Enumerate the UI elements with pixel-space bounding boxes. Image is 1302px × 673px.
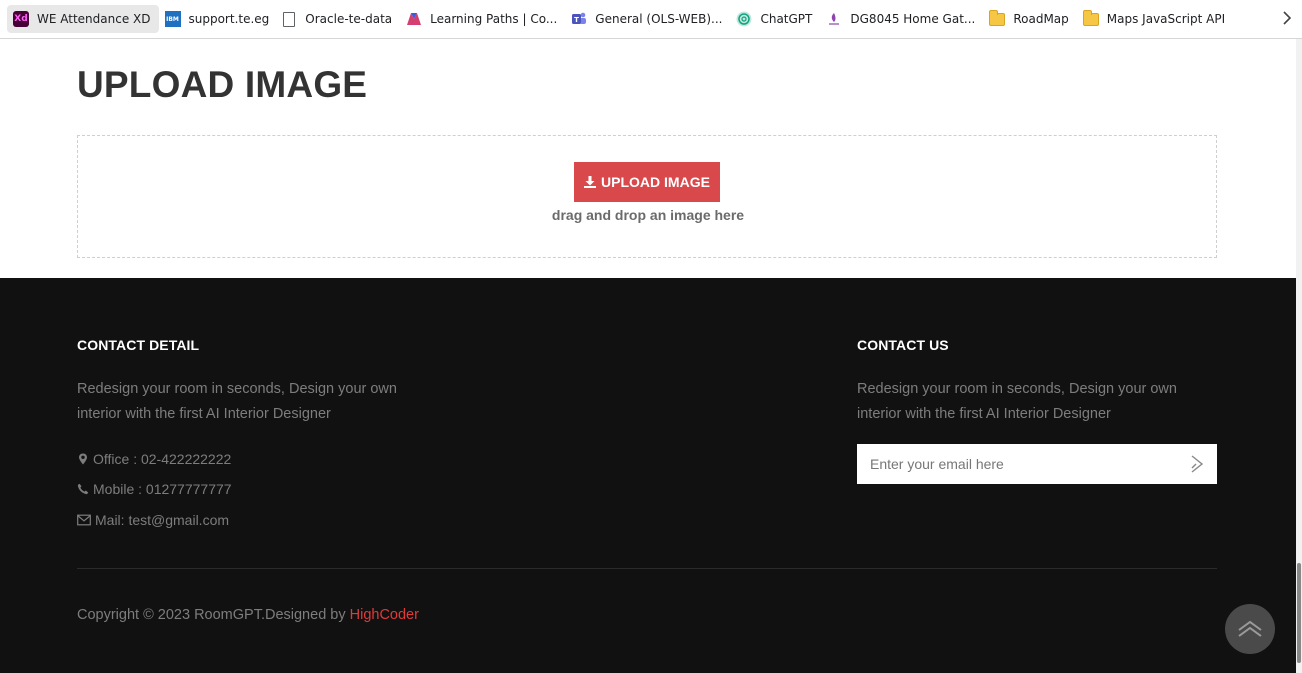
bookmark-label: ChatGPT (760, 12, 813, 26)
copyright-text: Copyright © 2023 RoomGPT.Designed by (77, 607, 350, 623)
copyright: Copyright © 2023 RoomGPT.Designed by Hig… (77, 607, 419, 623)
bookmark-oracle-te-data[interactable]: Oracle-te-data (277, 5, 400, 33)
image-dropzone[interactable]: UPLOAD IMAGE drag and drop an image here (77, 135, 1217, 258)
adobe-xd-icon: Xd (13, 11, 29, 27)
bookmark-maps-javascript-api[interactable]: Maps JavaScript API (1077, 5, 1233, 33)
bookmark-label: DG8045 Home Gat... (850, 12, 976, 26)
contact-detail-description: Redesign your room in seconds, Design yo… (77, 381, 397, 422)
contact-us-heading: CONTACT US (857, 337, 949, 353)
learning-paths-icon (406, 11, 422, 27)
svg-text:T: T (574, 16, 579, 24)
drop-hint: drag and drop an image here (551, 207, 745, 223)
bookmark-learning-paths[interactable]: Learning Paths | Co... (400, 5, 565, 33)
bookmark-we-attendance-xd[interactable]: Xd WE Attendance XD (7, 5, 159, 33)
upload-button-label: UPLOAD IMAGE (601, 174, 710, 190)
upload-image-button[interactable]: UPLOAD IMAGE (574, 162, 720, 202)
ibm-icon: IBM (164, 11, 181, 27)
bookmark-label: General (OLS-WEB)... (595, 12, 723, 26)
bookmark-label: RoadMap (1013, 12, 1069, 26)
scrollbar-thumb[interactable] (1297, 563, 1301, 663)
bookmark-dg8045-home-gateway[interactable]: DG8045 Home Gat... (820, 5, 983, 33)
download-icon (584, 176, 597, 188)
double-chevron-up-icon (1238, 620, 1262, 637)
document-icon (283, 11, 296, 27)
chatgpt-icon (736, 11, 752, 27)
designer-link[interactable]: HighCoder (350, 607, 419, 623)
arrow-right-icon (1191, 455, 1204, 473)
contact-detail-heading: CONTACT DETAIL (77, 337, 200, 353)
bookmarks-bar: Xd WE Attendance XD IBM support.te.eg Or… (0, 0, 1302, 39)
phone-icon (77, 483, 89, 495)
envelope-icon (77, 514, 91, 526)
chevron-right-icon[interactable] (1282, 10, 1292, 29)
bookmark-label: support.te.eg (188, 12, 270, 26)
bookmark-label: Maps JavaScript API (1106, 12, 1226, 26)
folder-icon (989, 9, 1006, 26)
bookmark-label: WE Attendance XD (37, 12, 151, 26)
office-line: Office : 02-422222222 (77, 451, 231, 467)
footer-divider (77, 568, 1217, 569)
router-icon (826, 11, 842, 27)
bookmark-chatgpt[interactable]: ChatGPT (730, 5, 820, 33)
footer: CONTACT DETAIL Redesign your room in sec… (0, 278, 1302, 673)
bookmark-roadmap[interactable]: RoadMap (983, 5, 1076, 33)
mobile-line: Mobile : 01277777777 (77, 481, 232, 497)
mail-line: Mail: test@gmail.com (77, 512, 229, 528)
contact-us-description: Redesign your room in seconds, Design yo… (857, 381, 1177, 422)
teams-icon: T (571, 11, 587, 27)
bookmark-support-te-eg[interactable]: IBM support.te.eg (159, 5, 278, 33)
mobile-text: Mobile : 01277777777 (93, 481, 232, 497)
email-input[interactable] (857, 445, 1177, 483)
office-text: Office : 02-422222222 (93, 451, 232, 467)
bookmark-general-ols-web[interactable]: T General (OLS-WEB)... (565, 5, 730, 33)
mail-text: Mail: test@gmail.com (95, 512, 230, 528)
back-to-top-button[interactable] (1225, 604, 1275, 654)
folder-icon (1082, 9, 1099, 26)
bookmark-label: Learning Paths | Co... (430, 12, 558, 26)
bookmark-label: Oracle-te-data (305, 12, 393, 26)
page-title: UPLOAD IMAGE (77, 64, 368, 105)
map-marker-icon (79, 453, 87, 465)
subscribe-button[interactable] (1177, 444, 1217, 484)
newsletter-form (857, 444, 1217, 484)
